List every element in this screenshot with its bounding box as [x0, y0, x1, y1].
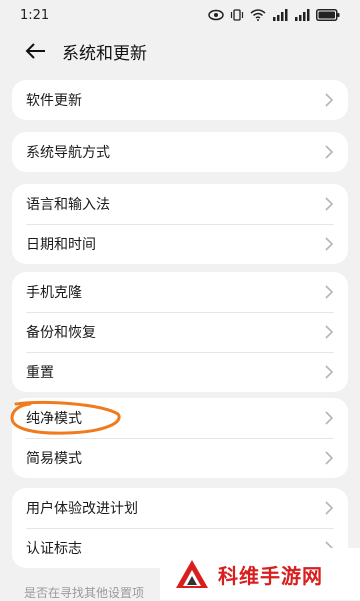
settings-item-label: 软件更新	[26, 93, 82, 109]
settings-item-software-update[interactable]: 软件更新	[12, 80, 348, 120]
status-time: 1:21	[20, 7, 50, 23]
settings-group-modes: 纯净模式 简易模式	[12, 398, 348, 478]
settings-item-phone-clone[interactable]: 手机克隆	[12, 272, 348, 312]
back-button[interactable]	[18, 33, 54, 69]
settings-item-reset[interactable]: 重置	[12, 352, 348, 392]
chevron-right-icon	[325, 285, 334, 299]
settings-item-label: 用户体验改进计划	[26, 501, 138, 517]
chevron-right-icon	[325, 197, 334, 211]
watermark: 科维手游网	[160, 548, 360, 600]
battery-icon	[316, 9, 340, 21]
signal-icon	[273, 9, 288, 21]
footer-hint[interactable]: 是否在寻找其他设置项	[24, 584, 144, 601]
settings-item-label: 日期和时间	[26, 237, 96, 253]
settings-item-label: 备份和恢复	[26, 325, 96, 341]
chevron-right-icon	[325, 325, 334, 339]
chevron-right-icon	[325, 237, 334, 251]
settings-item-label: 语言和输入法	[26, 197, 110, 213]
settings-item-pure-mode[interactable]: 纯净模式	[12, 398, 348, 438]
settings-item-date-time[interactable]: 日期和时间	[12, 224, 348, 264]
settings-item-backup-restore[interactable]: 备份和恢复	[12, 312, 348, 352]
wifi-icon	[250, 9, 266, 21]
settings-group-navigation: 系统导航方式	[12, 132, 348, 172]
header: 系统和更新	[0, 30, 360, 72]
settings-item-label: 纯净模式	[26, 411, 82, 427]
chevron-right-icon	[325, 365, 334, 379]
settings-item-label: 简易模式	[26, 451, 82, 467]
chevron-right-icon	[325, 501, 334, 515]
chevron-right-icon	[325, 145, 334, 159]
chevron-right-icon	[325, 93, 334, 107]
back-arrow-icon	[25, 43, 45, 59]
chevron-right-icon	[325, 451, 334, 465]
watermark-text: 科维手游网	[218, 563, 323, 588]
status-icons	[208, 9, 340, 21]
settings-group-language-date: 语言和输入法 日期和时间	[12, 184, 348, 264]
settings-item-label: 重置	[26, 365, 54, 381]
settings-item-navigation[interactable]: 系统导航方式	[12, 132, 348, 172]
chevron-right-icon	[325, 411, 334, 425]
settings-item-simple-mode[interactable]: 简易模式	[12, 438, 348, 478]
eye-icon	[208, 9, 224, 21]
page-title: 系统和更新	[62, 43, 147, 64]
vibrate-icon	[230, 9, 244, 21]
settings-item-label: 手机克隆	[26, 285, 82, 301]
settings-item-language-input[interactable]: 语言和输入法	[12, 184, 348, 224]
signal-icon-2	[295, 9, 310, 21]
settings-item-label: 系统导航方式	[26, 145, 110, 161]
logo-icon	[176, 560, 208, 588]
settings-group-update: 软件更新	[12, 80, 348, 120]
status-bar: 1:21	[0, 0, 360, 30]
settings-item-user-experience[interactable]: 用户体验改进计划	[12, 488, 348, 528]
settings-item-label: 认证标志	[26, 541, 82, 557]
settings-group-backup: 手机克隆 备份和恢复 重置	[12, 272, 348, 392]
